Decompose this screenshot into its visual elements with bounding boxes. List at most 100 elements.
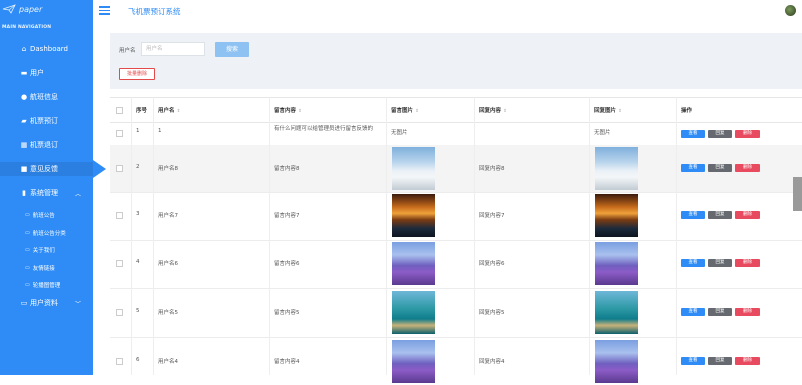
header-image[interactable]: 留言图片 ⇕ [391, 106, 419, 114]
column-divider [589, 97, 590, 375]
sort-icon: ⇕ [176, 109, 181, 114]
cell-content: 留言内容5 [274, 310, 300, 316]
delete-button[interactable]: 删除 [735, 259, 760, 267]
column-divider [676, 97, 677, 375]
sidebar-subitem-label: 轮播图管理 [32, 283, 61, 289]
sea-arch-image[interactable] [392, 291, 435, 334]
sidebar-subitem-friend-links[interactable]: ▭ 友情链接 [0, 262, 93, 274]
view-button[interactable]: 查看 [681, 357, 705, 365]
cell-content: 留言内容8 [274, 166, 300, 172]
sidebar-item-feedback[interactable]: ■ 意见反馈 [0, 162, 93, 176]
sidebar-item-label: 机票预订 [30, 117, 58, 125]
ticket-icon: ▰ [21, 117, 27, 125]
header-content-label: 留言内容 [274, 108, 297, 114]
cell-reply: 回复内容6 [479, 261, 505, 267]
row-checkbox[interactable] [116, 358, 123, 365]
menu-toggle-icon[interactable] [99, 6, 110, 15]
reply-button[interactable]: 回复 [708, 259, 732, 267]
cell-reply: 回复内容7 [479, 213, 505, 219]
cell-index: 5 [136, 308, 140, 314]
reply-button[interactable]: 回复 [708, 357, 732, 365]
sidebar-item-flight-info[interactable]: ● 航班信息 [0, 90, 93, 104]
cell-username: 用户名6 [158, 261, 178, 267]
cell-content: 留言内容6 [274, 261, 300, 267]
delete-button[interactable]: 删除 [735, 164, 760, 172]
folder-icon: ▭ [25, 282, 30, 288]
column-divider [474, 97, 475, 375]
app-logo[interactable]: paper [2, 2, 42, 16]
cell-index: 3 [136, 211, 140, 217]
lavender-image[interactable] [595, 242, 638, 285]
table-row: 6 用户名4 留言内容4 回复内容4 查看 回复 删除 [110, 337, 802, 385]
header-reply[interactable]: 回复内容 ⇕ [479, 106, 507, 114]
sidebar-item-system-management[interactable]: ▮ 系统管理 ︿ [0, 186, 93, 200]
view-button[interactable]: 查看 [681, 130, 705, 138]
select-all-checkbox[interactable] [116, 107, 123, 114]
snow-mountain-image[interactable] [595, 147, 638, 190]
cell-reply: 回复内容8 [479, 166, 505, 172]
row-checkbox[interactable] [116, 165, 123, 172]
header-index: 序号 [136, 108, 148, 114]
paper-plane-icon [2, 4, 16, 14]
sunset-image[interactable] [392, 194, 435, 237]
reply-button[interactable]: 回复 [708, 164, 732, 172]
sidebar-subitem-notice-category[interactable]: ▭ 航班公告分类 [0, 227, 93, 239]
reply-button[interactable]: 回复 [708, 130, 732, 138]
sidebar-item-label: 机票退订 [30, 141, 58, 149]
header-username[interactable]: 用户名 ⇕ [158, 106, 180, 114]
avatar[interactable] [785, 5, 796, 16]
sidebar-item-label: 系统管理 [30, 189, 58, 197]
cell-index: 4 [136, 259, 140, 265]
sidebar-item-users[interactable]: ▬ 用户 [0, 66, 93, 80]
lavender-image[interactable] [595, 340, 638, 383]
delete-button[interactable]: 删除 [735, 308, 760, 316]
feedback-icon: ■ [20, 165, 28, 173]
nav-caption: MAIN NAVIGATION [2, 25, 52, 30]
column-divider [153, 97, 154, 375]
cell-reply: 回复内容4 [479, 359, 505, 365]
sort-icon: ⇕ [618, 109, 622, 114]
delete-button[interactable]: 删除 [735, 211, 760, 219]
snow-mountain-image[interactable] [392, 147, 435, 190]
sidebar-item-user-profile[interactable]: ▭ 用户资料 ﹀ [0, 296, 93, 310]
search-input[interactable]: 用户名 [141, 42, 205, 56]
row-checkbox[interactable] [116, 309, 123, 316]
reply-button[interactable]: 回复 [708, 211, 732, 219]
view-button[interactable]: 查看 [681, 259, 705, 267]
site-title: 飞机票预订系统 [128, 7, 181, 16]
cell-username: 1 [158, 128, 162, 134]
sidebar-item-dashboard[interactable]: ⌂ Dashboard [0, 42, 93, 56]
search-button[interactable]: 搜索 [215, 42, 249, 57]
view-button[interactable]: 查看 [681, 308, 705, 316]
header-reply-image[interactable]: 回复图片 ⇕ [594, 106, 622, 114]
row-checkbox[interactable] [116, 212, 123, 219]
batch-delete-button[interactable]: 批量删除 [119, 68, 155, 80]
top-bar: 飞机票预订系统 [93, 0, 802, 25]
view-button[interactable]: 查看 [681, 164, 705, 172]
sidebar-subitem-carousel[interactable]: ▭ 轮播图管理 [0, 279, 93, 291]
sea-arch-image[interactable] [595, 291, 638, 334]
delete-button[interactable]: 删除 [735, 130, 760, 138]
row-checkbox[interactable] [116, 130, 123, 137]
user-icon: ▬ [20, 69, 28, 77]
cell-index: 6 [136, 357, 140, 363]
row-checkbox[interactable] [116, 260, 123, 267]
reply-button[interactable]: 回复 [708, 308, 732, 316]
grid-icon: ▦ [20, 141, 28, 149]
lavender-image[interactable] [392, 340, 435, 383]
home-icon: ⌂ [21, 45, 27, 53]
delete-button[interactable]: 删除 [735, 357, 760, 365]
chevron-down-icon: ﹀ [74, 300, 81, 308]
sidebar-item-ticket-refund[interactable]: ▦ 机票退订 [0, 138, 93, 152]
scrollbar-thumb[interactable] [793, 177, 802, 211]
lavender-image[interactable] [392, 242, 435, 285]
sidebar-subitem-flight-notice[interactable]: ▭ 航班公告 [0, 209, 93, 221]
header-reply-image-label: 回复图片 [594, 108, 617, 114]
view-button[interactable]: 查看 [681, 211, 705, 219]
sidebar-item-ticket-booking[interactable]: ▰ 机票预订 [0, 114, 93, 128]
sidebar-subitem-about-us[interactable]: ▭ 关于我们 [0, 244, 93, 256]
sunset-image[interactable] [595, 194, 638, 237]
header-content[interactable]: 留言内容 ⇕ [274, 106, 302, 114]
header-image-label: 留言图片 [391, 108, 414, 114]
folder-icon: ▭ [25, 247, 30, 253]
